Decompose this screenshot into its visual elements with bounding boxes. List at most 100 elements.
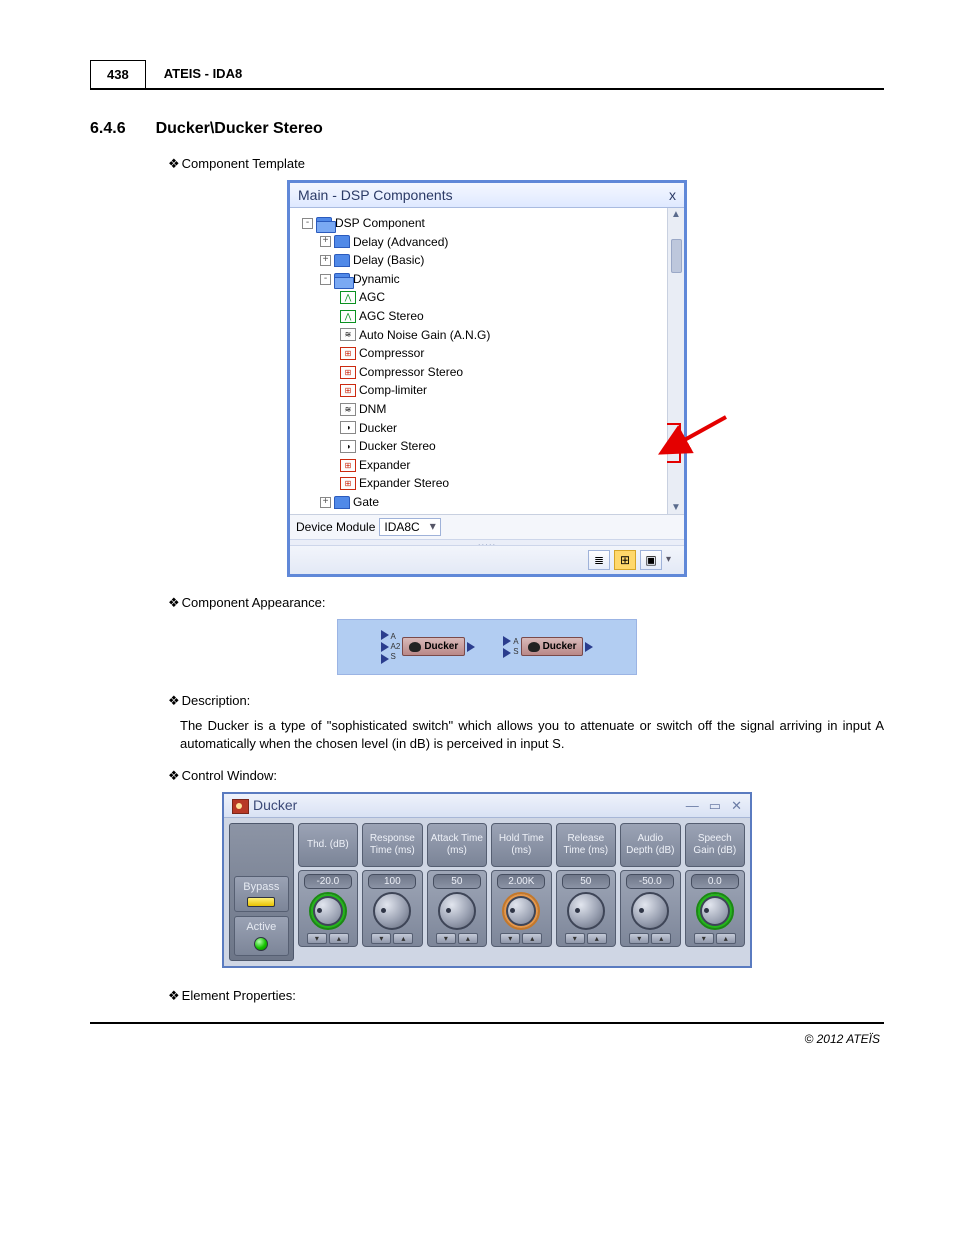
tree-node-ducker[interactable]: ◑Ducker: [296, 419, 663, 438]
param-hold: Hold Time (ms) 2.00K ▾▴: [491, 823, 551, 961]
ducker-window-icon: [232, 799, 249, 814]
scroll-up-icon[interactable]: ▲: [670, 208, 683, 221]
tree-titlebar: Main - DSP Components x: [290, 183, 684, 208]
tree-device-row: Device Module IDA8C: [290, 514, 684, 539]
toolbar-dropdown-icon[interactable]: ▾: [666, 554, 678, 565]
knob[interactable]: [438, 892, 476, 930]
copyright: © 2012 ATEÏS: [90, 1032, 884, 1046]
param-header: Thd. (dB): [298, 823, 358, 867]
param-value[interactable]: 0.0: [691, 874, 739, 889]
spin-up-icon[interactable]: ▴: [587, 933, 607, 944]
scroll-thumb[interactable]: [671, 239, 682, 273]
spin-up-icon[interactable]: ▴: [393, 933, 413, 944]
tree-node-compressor-stereo[interactable]: ⊞Compressor Stereo: [296, 363, 663, 382]
knob[interactable]: [309, 892, 347, 930]
param-value[interactable]: 2.00K: [497, 874, 545, 889]
toolbar-list-icon[interactable]: ≣: [588, 550, 610, 570]
spin-up-icon[interactable]: ▴: [716, 933, 736, 944]
param-value[interactable]: 50: [562, 874, 610, 889]
spin-up-icon[interactable]: ▴: [329, 933, 349, 944]
device-module-dropdown[interactable]: IDA8C: [379, 518, 440, 536]
param-attack: Attack Time (ms) 50 ▾▴: [427, 823, 487, 961]
spin-down-icon[interactable]: ▾: [629, 933, 649, 944]
folder-icon: [334, 254, 350, 267]
tree-node-root[interactable]: -DSP Component: [296, 214, 663, 233]
maximize-icon[interactable]: ▭: [709, 798, 721, 814]
tree-close-icon[interactable]: x: [669, 187, 676, 203]
device-module-label: Device Module: [296, 520, 375, 534]
tree-node-expander[interactable]: ⊞Expander: [296, 456, 663, 475]
port-labels: A S: [513, 638, 518, 656]
spin-down-icon[interactable]: ▾: [500, 933, 520, 944]
minimize-icon[interactable]: —: [686, 798, 699, 814]
param-value[interactable]: -20.0: [304, 874, 352, 889]
tree-node-agc-stereo[interactable]: ⋀AGC Stereo: [296, 307, 663, 326]
tree-window: Main - DSP Components x -DSP Component +…: [287, 180, 687, 577]
active-led-icon: [254, 937, 268, 951]
ducker-icon: ◑: [340, 440, 356, 453]
component-icon: ⊞: [340, 477, 356, 490]
spin-down-icon[interactable]: ▾: [565, 933, 585, 944]
tree-scrollbar[interactable]: ▲ ▼: [667, 208, 684, 514]
param-header: Attack Time (ms): [427, 823, 487, 867]
bullet-control-window: Control Window:: [168, 768, 884, 784]
param-header: Response Time (ms): [362, 823, 422, 867]
scroll-down-icon[interactable]: ▼: [670, 501, 683, 514]
port-labels: A A2 S: [391, 633, 401, 661]
spin-up-icon[interactable]: ▴: [651, 933, 671, 944]
control-title: Ducker: [253, 797, 297, 813]
control-titlebar: Ducker — ▭ ✕: [224, 794, 750, 818]
component-icon: ≋: [340, 328, 356, 341]
appearance-panel: A A2 S Ducker A S Ducker: [337, 619, 637, 675]
input-ports: [381, 630, 389, 664]
tree-node-delay-advanced[interactable]: +Delay (Advanced): [296, 233, 663, 252]
close-icon[interactable]: ✕: [731, 798, 742, 814]
tree-node-agc[interactable]: ⋀AGC: [296, 288, 663, 307]
page-number: 438: [90, 60, 146, 88]
toolbar-grid-icon[interactable]: ⊞: [614, 550, 636, 570]
knob[interactable]: [696, 892, 734, 930]
appearance-block-1[interactable]: A A2 S Ducker: [381, 630, 476, 664]
param-release: Release Time (ms) 50 ▾▴: [556, 823, 616, 961]
tree-content: -DSP Component +Delay (Advanced) +Delay …: [290, 208, 667, 514]
param-thd: Thd. (dB) -20.0 ▾▴: [298, 823, 358, 961]
knob[interactable]: [502, 892, 540, 930]
spin-down-icon[interactable]: ▾: [694, 933, 714, 944]
knob[interactable]: [567, 892, 605, 930]
bullet-element-properties: Element Properties:: [168, 988, 884, 1004]
param-header: Release Time (ms): [556, 823, 616, 867]
spin-down-icon[interactable]: ▾: [436, 933, 456, 944]
toolbar-window-icon[interactable]: ▣: [640, 550, 662, 570]
spin-up-icon[interactable]: ▴: [458, 933, 478, 944]
param-value[interactable]: -50.0: [626, 874, 674, 889]
description-text: The Ducker is a type of "sophisticated s…: [180, 717, 884, 755]
knob[interactable]: [631, 892, 669, 930]
section-heading: 6.4.6 Ducker\Ducker Stereo: [90, 120, 884, 138]
spin-down-icon[interactable]: ▾: [371, 933, 391, 944]
tree-node-dnm[interactable]: ≋DNM: [296, 400, 663, 419]
component-body: Ducker: [402, 637, 465, 656]
component-icon: ⊞: [340, 459, 356, 472]
ducker-icon: [409, 642, 421, 652]
bypass-cell[interactable]: Bypass: [234, 876, 289, 912]
tree-node-dynamic[interactable]: -Dynamic: [296, 270, 663, 289]
spin-down-icon[interactable]: ▾: [307, 933, 327, 944]
component-icon: ⊞: [340, 384, 356, 397]
control-window: Ducker — ▭ ✕ Bypass Active Thd. (dB: [222, 792, 752, 968]
tree-title: Main - DSP Components: [298, 187, 453, 203]
component-body: Ducker: [521, 637, 584, 656]
tree-node-ang[interactable]: ≋Auto Noise Gain (A.N.G): [296, 326, 663, 345]
tree-node-ducker-stereo[interactable]: ◑Ducker Stereo: [296, 437, 663, 456]
appearance-block-2[interactable]: A S Ducker: [503, 636, 593, 658]
param-value[interactable]: 50: [433, 874, 481, 889]
tree-node-expander-stereo[interactable]: ⊞Expander Stereo: [296, 474, 663, 493]
tree-node-compressor[interactable]: ⊞Compressor: [296, 344, 663, 363]
param-value[interactable]: 100: [368, 874, 416, 889]
knob[interactable]: [373, 892, 411, 930]
tree-node-delay-basic[interactable]: +Delay (Basic): [296, 251, 663, 270]
tree-node-gate[interactable]: +Gate: [296, 493, 663, 512]
tree-node-comp-limiter[interactable]: ⊞Comp-limiter: [296, 381, 663, 400]
section-number: 6.4.6: [90, 120, 126, 138]
param-response: Response Time (ms) 100 ▾▴: [362, 823, 422, 961]
spin-up-icon[interactable]: ▴: [522, 933, 542, 944]
